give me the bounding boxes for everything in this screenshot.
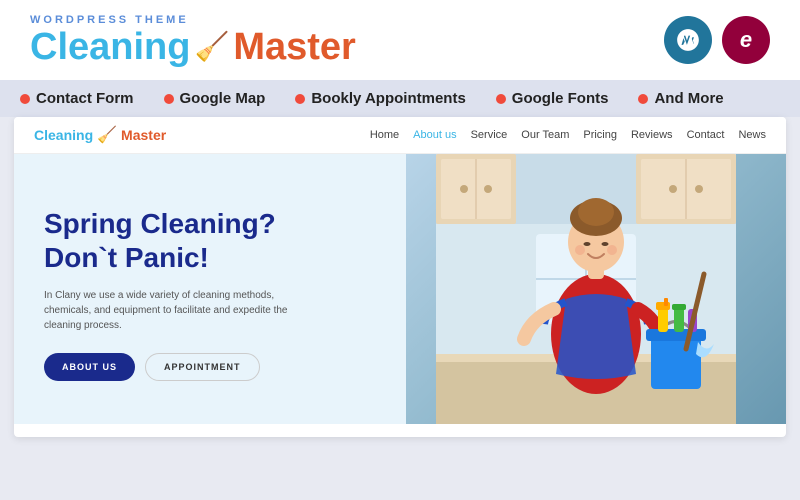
feature-contact-form: Contact Form <box>20 90 134 107</box>
hero-left: Spring Cleaning? Don`t Panic! In Clany w… <box>14 154 384 424</box>
logo-area: WordPress Theme Cleaning 🧹 Master <box>30 14 356 66</box>
feature-label-contact: Contact Form <box>36 90 134 107</box>
top-header: WordPress Theme Cleaning 🧹 Master e <box>0 0 800 80</box>
nav-link-about[interactable]: About us <box>413 129 456 141</box>
hero-description: In Clany we use a wide variety of cleani… <box>44 288 324 333</box>
feature-label-more: And More <box>654 90 723 107</box>
feature-and-more: And More <box>638 90 723 107</box>
feature-bookly: Bookly Appointments <box>295 90 465 107</box>
hero-right <box>406 154 786 424</box>
feature-dot-contact <box>20 94 30 104</box>
nav-link-news[interactable]: News <box>738 129 766 141</box>
demo-logo-master: Master <box>121 127 166 143</box>
feature-bar: Contact Form Google Map Bookly Appointme… <box>0 80 800 117</box>
feature-dot-map <box>164 94 174 104</box>
appointment-button[interactable]: APPOINTMENT <box>145 353 260 381</box>
feature-label-map: Google Map <box>180 90 266 107</box>
hero-buttons: ABOUT US APPOINTMENT <box>44 353 354 381</box>
nav-link-reviews[interactable]: Reviews <box>631 129 673 141</box>
nav-link-service[interactable]: Service <box>471 129 508 141</box>
demo-logo-cleaning: Cleaning <box>34 127 93 143</box>
elementor-icon-button[interactable]: e <box>722 16 770 64</box>
feature-label-fonts: Google Fonts <box>512 90 609 107</box>
demo-hero: Spring Cleaning? Don`t Panic! In Clany w… <box>14 154 786 424</box>
feature-dot-bookly <box>295 94 305 104</box>
about-us-button[interactable]: ABOUT US <box>44 353 135 381</box>
feature-google-fonts: Google Fonts <box>496 90 609 107</box>
wordpress-icon-button[interactable] <box>664 16 712 64</box>
feature-label-bookly: Bookly Appointments <box>311 90 465 107</box>
feature-dot-more <box>638 94 648 104</box>
feature-dot-fonts <box>496 94 506 104</box>
demo-logo: Cleaning 🧹 Master <box>34 125 166 145</box>
hero-title-line1: Spring Cleaning? <box>44 208 276 239</box>
hero-title-line2: Don`t Panic! <box>44 242 209 273</box>
header-icons: e <box>664 16 770 64</box>
nav-link-pricing[interactable]: Pricing <box>583 129 617 141</box>
demo-nav: Cleaning 🧹 Master Home About us Service … <box>14 117 786 154</box>
wordpress-icon <box>675 27 701 53</box>
main-logo: Cleaning 🧹 Master <box>30 28 356 66</box>
nav-link-team[interactable]: Our Team <box>521 129 569 141</box>
logo-cleaning-text: Cleaning <box>30 28 190 66</box>
feature-google-map: Google Map <box>164 90 266 107</box>
wordpress-label: WordPress Theme <box>30 14 356 26</box>
logo-icon: 🧹 <box>194 33 229 61</box>
logo-master-text: Master <box>233 28 356 66</box>
hero-title: Spring Cleaning? Don`t Panic! <box>44 207 354 274</box>
hero-person-illustration <box>406 154 766 424</box>
nav-link-contact[interactable]: Contact <box>687 129 725 141</box>
demo-logo-icon: 🧹 <box>97 125 117 145</box>
demo-wrapper: Cleaning 🧹 Master Home About us Service … <box>14 117 786 437</box>
nav-link-home[interactable]: Home <box>370 129 399 141</box>
elementor-e-label: e <box>740 27 752 53</box>
demo-nav-links: Home About us Service Our Team Pricing R… <box>370 129 766 141</box>
